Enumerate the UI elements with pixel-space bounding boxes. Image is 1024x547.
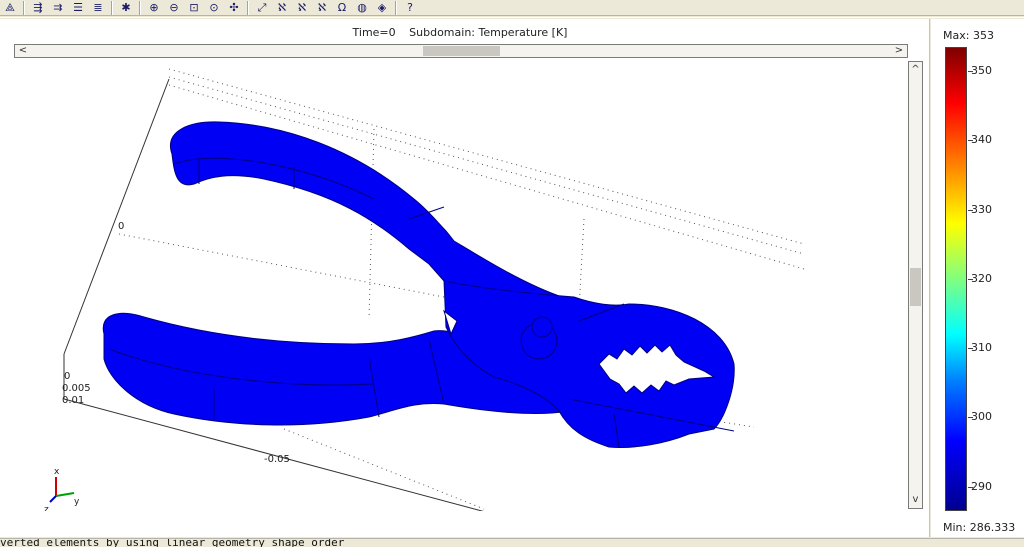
x-axis-neg005-label: -0.05 <box>264 454 290 465</box>
plot-title: Time=0 Subdomain: Temperature [K] <box>0 26 920 39</box>
scroll-left-icon[interactable]: < <box>16 45 30 57</box>
status-message: verted elements by using linear geometry… <box>0 538 345 547</box>
z-axis-0-label: 0 <box>64 371 70 382</box>
time-label: Time=0 <box>352 26 396 39</box>
z-axis-005-label: 0.005 <box>62 383 91 394</box>
colorbar-tick-label: 340 <box>971 133 992 146</box>
pivot-inner <box>531 316 553 338</box>
select-subdomain-icon[interactable]: ⤢ <box>253 0 271 15</box>
lines-underlined-icon[interactable]: ≣ <box>89 0 107 15</box>
axis-triangle-icon[interactable]: ⟁ <box>1 0 19 15</box>
scroll-up-icon[interactable]: ^ <box>909 63 922 77</box>
zoom-extents-icon[interactable]: ⊙ <box>205 0 223 15</box>
ab-edge-icon[interactable]: ℵ <box>293 0 311 15</box>
colorbar-tick-label: 310 <box>971 341 992 354</box>
colorbar-max-label: Max: 353 <box>943 29 994 42</box>
z-axis-01-label: 0.01 <box>62 395 84 406</box>
zoom-window-icon[interactable]: ⊡ <box>185 0 203 15</box>
plot-panel: Time=0 Subdomain: Temperature [K] < > ^ … <box>0 19 930 537</box>
comsol-postprocessing-window: ⟁ ⇶ ⇉ ☰ ≣ ✱ ⊕ ⊖ ⊡ ⊙ ✣ ⤢ ℵ ℵ ℵ Ω ◍ ◈ ? Ti… <box>0 0 1024 547</box>
3d-plot-viewport[interactable]: 0 0 0.005 0.01 -0.05 0 x y z <box>14 59 908 511</box>
colorbar-panel: Max: 353 350 340 330 320 310 300 290 Min… <box>931 19 1024 537</box>
triad-z-label: z <box>44 505 49 511</box>
colorbar-min-label: Min: 286.333 <box>943 521 1016 534</box>
plot-settings-icon[interactable]: ✱ <box>117 0 135 15</box>
colorbar-gradient <box>945 47 967 511</box>
toolbar-divider <box>0 17 1024 18</box>
help-icon[interactable]: ? <box>401 0 419 15</box>
zoom-out-icon[interactable]: ⊖ <box>165 0 183 15</box>
plot-canvas[interactable]: 0 0 0.005 0.01 -0.05 0 x y z <box>14 59 908 511</box>
horizontal-scrollbar[interactable]: < > <box>14 44 908 58</box>
pliers-model[interactable] <box>102 121 735 448</box>
triad-x-label: x <box>54 467 60 477</box>
orientation-triad: x y z <box>44 467 80 511</box>
lines-icon[interactable]: ☰ <box>69 0 87 15</box>
main-toolbar: ⟁ ⇶ ⇉ ☰ ≣ ✱ ⊕ ⊖ ⊡ ⊙ ✣ ⤢ ℵ ℵ ℵ Ω ◍ ◈ ? <box>0 0 1024 16</box>
toolbar-separator <box>139 0 141 15</box>
status-bar: verted elements by using linear geometry… <box>0 538 1024 547</box>
ab-boundary-icon[interactable]: ℵ <box>273 0 291 15</box>
point-mode-icon[interactable]: ⇉ <box>49 0 67 15</box>
horizontal-scroll-thumb[interactable] <box>423 46 500 56</box>
vertical-scrollbar[interactable]: ^ v <box>908 61 923 509</box>
zoom-in-icon[interactable]: ⊕ <box>145 0 163 15</box>
scroll-right-icon[interactable]: > <box>892 45 906 57</box>
scroll-down-icon[interactable]: v <box>909 493 922 507</box>
toolbar-separator <box>23 0 25 15</box>
toolbar-separator <box>111 0 113 15</box>
colorbar-tick-label: 300 <box>971 410 992 423</box>
ab-point-icon[interactable]: ℵ <box>313 0 331 15</box>
subdomain-label: Subdomain: Temperature [K] <box>409 26 568 39</box>
toolbar-separator <box>395 0 397 15</box>
vertical-scroll-thumb[interactable] <box>910 268 921 306</box>
colorbar-tick-label: 290 <box>971 480 992 493</box>
omega-icon[interactable]: Ω <box>333 0 351 15</box>
colorbar-tick-label: 330 <box>971 203 992 216</box>
triad-y-label: y <box>74 497 80 507</box>
render-icon[interactable]: ◈ <box>373 0 391 15</box>
draw-mode-icon[interactable]: ⇶ <box>29 0 47 15</box>
sphere-icon[interactable]: ◍ <box>353 0 371 15</box>
y-axis-zero-label: 0 <box>118 221 124 232</box>
toolbar-separator <box>247 0 249 15</box>
pan-icon[interactable]: ✣ <box>225 0 243 15</box>
colorbar-tick-label: 350 <box>971 64 992 77</box>
colorbar-tick-label: 320 <box>971 272 992 285</box>
